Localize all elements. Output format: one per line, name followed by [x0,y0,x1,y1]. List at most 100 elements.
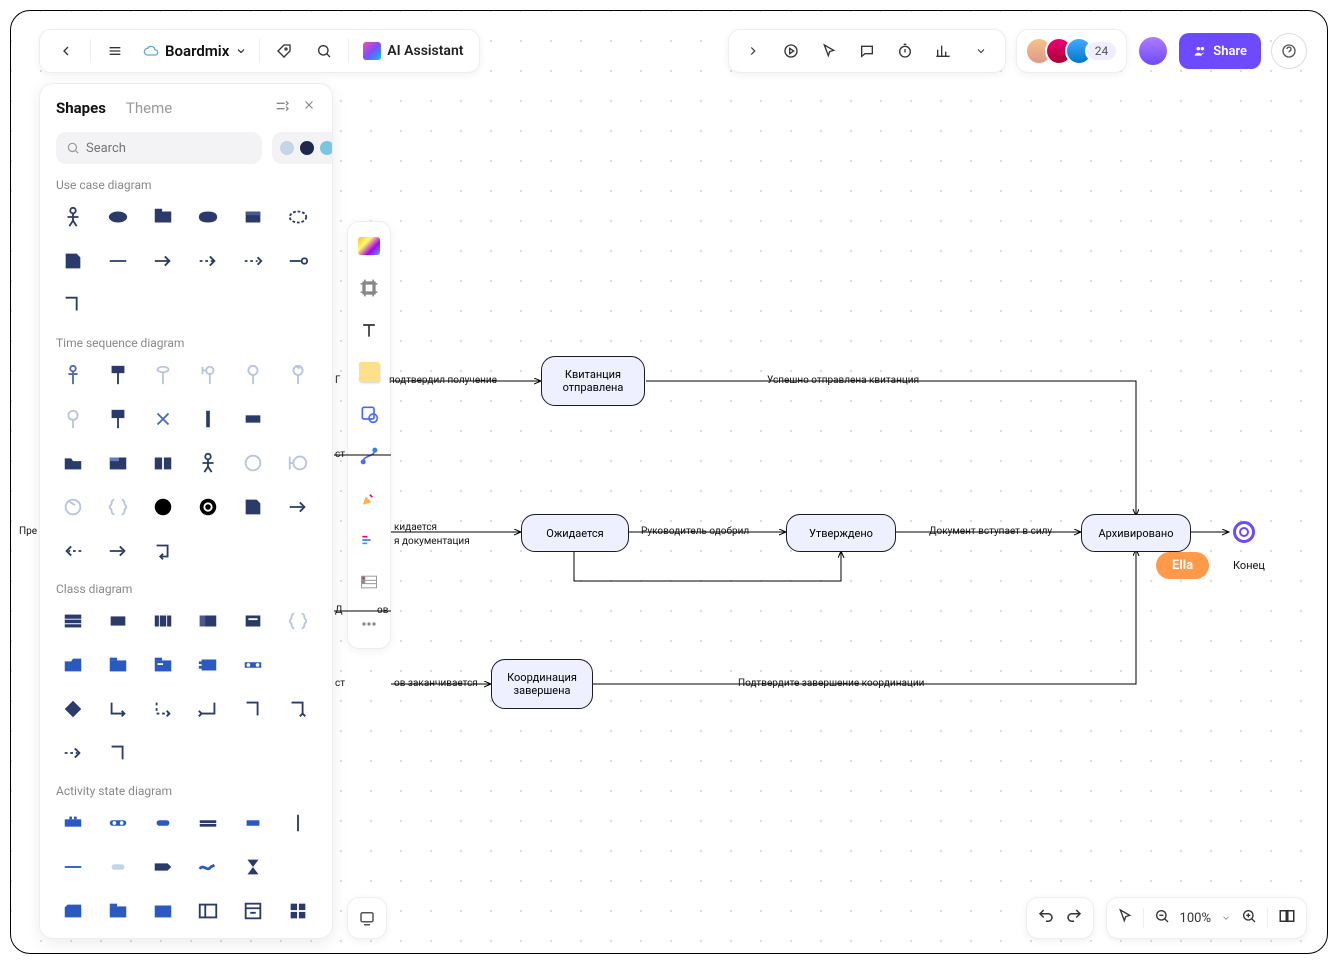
close-icon[interactable] [302,98,316,118]
shape-control2[interactable] [281,358,315,392]
avatar-count[interactable]: 24 [1085,40,1119,62]
shape-header[interactable] [191,604,225,638]
shape-elbow[interactable] [56,288,90,322]
shape-conn4[interactable] [236,692,270,726]
help-button[interactable] [1271,33,1307,69]
shape-cols[interactable] [146,604,180,638]
frame-button[interactable] [353,272,385,304]
shape-flow[interactable] [191,850,225,884]
timer-button[interactable] [889,35,921,67]
shape-activation[interactable] [101,402,135,436]
shape-actor2[interactable] [191,446,225,480]
shape-conn5[interactable] [281,692,315,726]
shape-conn2[interactable] [146,692,180,726]
shape-arrow3[interactable] [101,534,135,568]
zoom-in-button[interactable] [1241,908,1257,928]
search-input[interactable] [56,132,262,164]
table-button[interactable] [353,566,385,598]
shape-act7[interactable] [56,850,90,884]
shape-block[interactable] [101,604,135,638]
shape-conn7[interactable] [101,736,135,770]
shape-boundary2[interactable] [191,358,225,392]
mindmap-button[interactable] [353,524,385,556]
shape-act5[interactable] [236,806,270,840]
shape-bar2[interactable] [236,648,270,682]
ai-assistant-button[interactable]: AI Assistant [357,42,469,60]
sort-icon[interactable] [274,98,290,118]
shape-folder3[interactable] [146,446,180,480]
end-node[interactable] [1233,521,1255,543]
shape-note[interactable] [56,244,90,278]
comment-button[interactable] [851,35,883,67]
shape-act6[interactable] [281,806,315,840]
shape-folder2[interactable] [101,446,135,480]
zoom-level[interactable]: 100% [1180,911,1211,926]
shape-bar[interactable] [191,402,225,436]
more-tools-button[interactable] [965,35,997,67]
shape-entity[interactable] [146,358,180,392]
back-button[interactable] [50,35,82,67]
shape-loop[interactable] [56,490,90,524]
shape-fld1[interactable] [56,894,90,928]
shape-button[interactable] [353,398,385,430]
connector-button[interactable] [353,440,385,472]
shape-fld2[interactable] [101,894,135,928]
node-pending[interactable]: Ожидается [521,514,629,552]
menu-button[interactable] [99,35,131,67]
shape-dashed-arrow[interactable] [191,244,225,278]
shape-open-arrow[interactable] [236,244,270,278]
tab-shapes[interactable]: Shapes [56,99,106,117]
search-button[interactable] [308,35,340,67]
shape-braces[interactable] [101,490,135,524]
text-button[interactable] [353,314,385,346]
sticky-button[interactable] [353,356,385,388]
node-approved[interactable]: Утверждено [786,514,896,552]
shape-lens[interactable] [191,200,225,234]
doc-title[interactable]: Boardmix [139,42,251,60]
shape-lifeline-object[interactable] [101,358,135,392]
shape-act3[interactable] [146,806,180,840]
color-dot[interactable] [320,141,333,155]
node-receipt-sent[interactable]: Квитанция отправлена [541,356,645,406]
color-dot[interactable] [300,141,314,155]
chevron-right-icon[interactable] [737,35,769,67]
shape-card[interactable] [236,200,270,234]
shape-folder1[interactable] [56,446,90,480]
shape-pkg2[interactable] [101,648,135,682]
shape-rect[interactable] [236,402,270,436]
undo-button[interactable] [1037,907,1055,929]
shape-pkg1[interactable] [56,648,90,682]
me-avatar[interactable] [1137,35,1169,67]
share-button[interactable]: Share [1179,33,1261,69]
shape-found[interactable] [56,402,90,436]
tab-theme[interactable]: Theme [126,99,172,117]
shape-class[interactable] [56,604,90,638]
shape-circle-line2[interactable] [281,446,315,480]
shape-arrow2[interactable] [281,490,315,524]
palette-picker[interactable] [272,132,333,164]
shape-circle-outline[interactable] [236,446,270,480]
templates-button[interactable] [353,230,385,262]
color-dot[interactable] [280,141,294,155]
shape-control[interactable] [236,358,270,392]
node-coordination-done[interactable]: Координация завершена [491,659,593,709]
shape-fld3[interactable] [146,894,180,928]
shape-back-dashed[interactable] [56,534,90,568]
shape-conn1[interactable] [101,692,135,726]
shape-self[interactable] [146,534,180,568]
cursor-tool-button[interactable] [813,35,845,67]
shape-hourglass[interactable] [236,850,270,884]
shape-note2[interactable] [236,490,270,524]
shape-fld4[interactable] [191,894,225,928]
shape-lifeline-actor[interactable] [56,358,90,392]
shape-fld5[interactable] [236,894,270,928]
shape-card2[interactable] [236,604,270,638]
pointer-button[interactable] [1117,908,1133,928]
shape-comp[interactable] [191,648,225,682]
shape-circle-ring[interactable] [191,490,225,524]
tag-button[interactable] [268,35,300,67]
card-view-button[interactable] [347,897,387,939]
shape-grid4[interactable] [281,894,315,928]
shape-package[interactable] [146,200,180,234]
shape-actor[interactable] [56,200,90,234]
